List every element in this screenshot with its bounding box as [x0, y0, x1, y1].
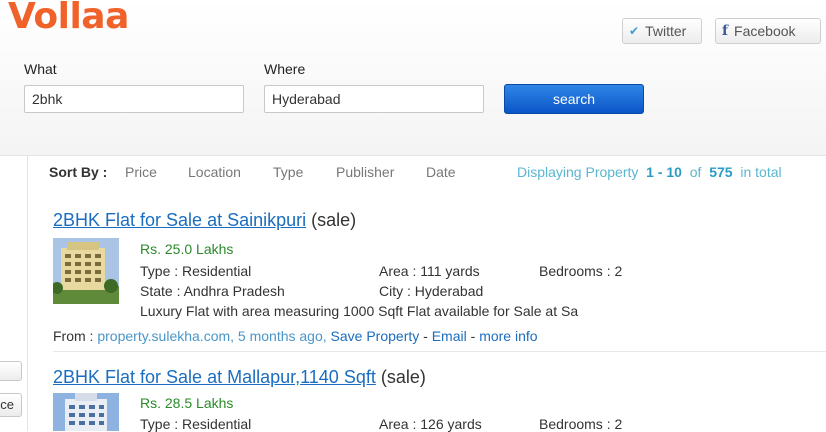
sort-option-publisher[interactable]: Publisher	[336, 164, 394, 180]
sort-option-date[interactable]: Date	[426, 164, 456, 180]
listing-thumbnail[interactable]	[53, 393, 119, 431]
sort-option-price[interactable]: Price	[125, 164, 157, 180]
logo[interactable]: Vollaa	[8, 0, 129, 37]
listing-city: City : Hyderabad	[379, 283, 484, 299]
sort-option-location[interactable]: Location	[188, 164, 241, 180]
results-count: Displaying Property 1 - 10 of 575 in tot…	[517, 164, 782, 180]
sort-by-label: Sort By :	[49, 164, 108, 180]
listing-price: Rs. 25.0 Lakhs	[140, 241, 234, 257]
listing-price: Rs. 28.5 Lakhs	[140, 395, 234, 411]
facebook-label: Facebook	[734, 23, 796, 39]
results-of: of	[689, 164, 702, 180]
search-button[interactable]: search	[504, 84, 644, 114]
from-label: From :	[53, 328, 94, 344]
results-prefix: Displaying Property	[517, 164, 639, 180]
listing-area: Area : 126 yards	[379, 416, 482, 432]
facebook-button[interactable]: f Facebook	[715, 18, 821, 44]
save-property-link[interactable]: Save Property	[331, 328, 420, 344]
listing-bedrooms: Bedrooms : 2	[539, 263, 623, 279]
listing-state: State : Andhra Pradesh	[140, 283, 285, 299]
listing-description: Luxury Flat with area measuring 1000 Sqf…	[140, 303, 579, 319]
separator: -	[470, 328, 476, 344]
listing-type: Type : Residential	[140, 416, 252, 432]
results-suffix: in total	[740, 164, 782, 180]
listing-thumbnail[interactable]	[53, 238, 119, 304]
listing-title: 2BHK Flat for Sale at Mallapur,1140 Sqft…	[53, 367, 426, 388]
what-input[interactable]	[24, 85, 244, 113]
left-panel-button[interactable]	[0, 361, 22, 381]
header: Vollaa ✔ Twitter f Facebook What Where s…	[0, 0, 826, 156]
listing-title-link[interactable]: 2BHK Flat for Sale at Mallapur,1140 Sqft	[53, 367, 376, 387]
listing-source-line: From : property.sulekha.com, 5 months ag…	[53, 328, 538, 344]
twitter-bird-icon: ✔	[629, 24, 640, 38]
listing-source[interactable]: property.sulekha.com, 5 months ago,	[97, 328, 326, 344]
where-input[interactable]	[264, 85, 484, 113]
left-panel-partial-button[interactable]: ce	[0, 393, 22, 417]
results-total: 575	[709, 164, 733, 180]
listing-title: 2BHK Flat for Sale at Sainikpuri (sale)	[53, 210, 356, 231]
sort-option-type[interactable]: Type	[273, 164, 303, 180]
where-label: Where	[264, 61, 306, 77]
facebook-f-icon: f	[722, 23, 729, 39]
listing-divider	[53, 351, 826, 352]
separator: -	[423, 328, 428, 344]
twitter-button[interactable]: ✔ Twitter	[622, 18, 702, 44]
twitter-label: Twitter	[645, 23, 687, 39]
listing-kind: (sale)	[380, 367, 426, 387]
results-range: 1 - 10	[646, 164, 682, 180]
more-info-link[interactable]: more info	[479, 328, 537, 344]
listing-bedrooms: Bedrooms : 2	[539, 416, 623, 432]
listing-area: Area : 111 yards	[379, 263, 480, 279]
left-panel	[0, 155, 28, 431]
listing-kind: (sale)	[311, 210, 357, 230]
listing-title-link[interactable]: 2BHK Flat for Sale at Sainikpuri	[53, 210, 306, 230]
listing-type: Type : Residential	[140, 263, 252, 279]
email-link[interactable]: Email	[432, 328, 467, 344]
what-label: What	[24, 61, 57, 77]
